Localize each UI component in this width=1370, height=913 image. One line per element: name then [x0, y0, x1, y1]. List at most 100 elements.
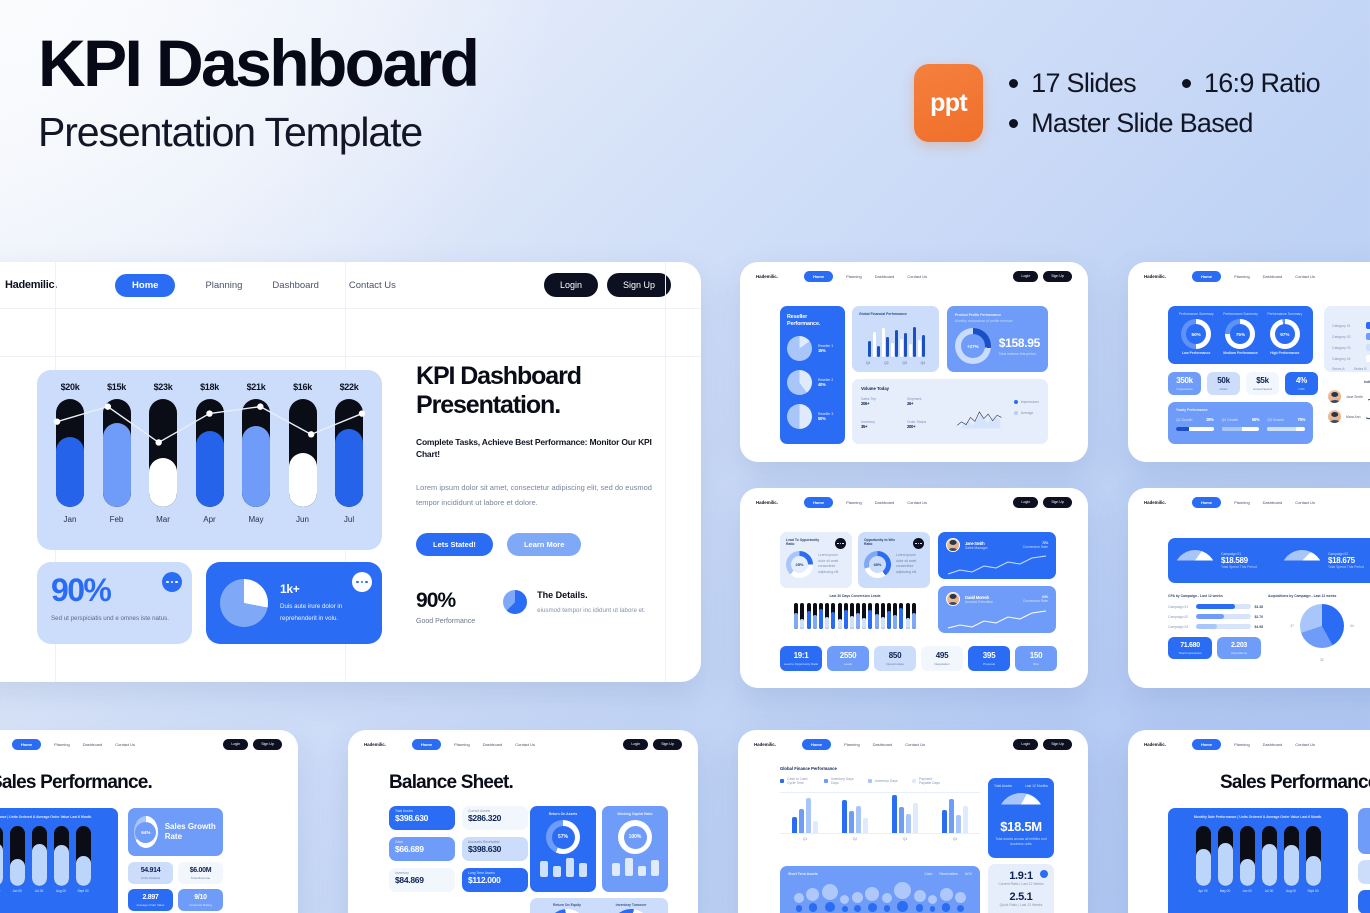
nav-link-home[interactable]: Home — [1191, 496, 1222, 508]
nav-link-contact[interactable]: Contact Us — [1295, 742, 1315, 747]
hero-slide-preview[interactable]: Hademilic. Home Planning Dashboard Conta… — [0, 262, 701, 682]
signup-button[interactable]: Sign Up — [653, 738, 682, 750]
nav-link-home[interactable]: Home — [411, 738, 442, 750]
nav-links: Home Planning Dashboard Contact Us — [1191, 738, 1315, 750]
bar-track — [868, 603, 873, 629]
nav-link-planning[interactable]: Planning — [54, 742, 70, 747]
nav-link-planning[interactable]: Planning — [1234, 500, 1250, 505]
signup-button[interactable]: Sign Up — [1043, 270, 1072, 282]
list-item[interactable]: Jane Smith — [1328, 390, 1370, 403]
nav-link-contact[interactable]: Contact Us — [905, 742, 925, 747]
ring-metric: Performance Summary 50% Low Performance — [1178, 312, 1214, 355]
login-button[interactable]: Login — [1013, 270, 1039, 282]
bullet-icon — [1009, 78, 1019, 88]
bar-label: Jul 00 — [1264, 888, 1274, 893]
nav-link-dashboard[interactable]: Dashboard — [873, 742, 893, 747]
nav-link-dashboard[interactable]: Dashboard — [272, 280, 318, 291]
bar-track — [831, 603, 836, 629]
nav-link-dashboard[interactable]: Dashboard — [875, 500, 895, 505]
bar-track — [75, 825, 91, 886]
signup-button[interactable]: Sign Up — [606, 273, 671, 297]
nav-brand[interactable]: Hademilic. — [5, 279, 57, 291]
nav-link-dashboard[interactable]: Dashboard — [1263, 274, 1283, 279]
bar-fill — [56, 436, 84, 507]
nav-link-contact[interactable]: Contact Us — [115, 742, 135, 747]
info-icon[interactable] — [1040, 870, 1048, 878]
nav-link-contact[interactable]: Contact Us — [1295, 500, 1315, 505]
slide-thumb-sales-performance[interactable]: Hademilic. Home Planning Dashboard Conta… — [0, 730, 298, 913]
more-options-icon[interactable] — [913, 538, 924, 549]
gauge-icon — [1174, 550, 1216, 571]
nav-link-home[interactable]: Home — [115, 273, 176, 297]
nav-link-home[interactable]: Home — [1191, 270, 1222, 282]
nav-link-home[interactable]: Home — [803, 496, 834, 508]
slide-thumb-reseller-performance[interactable]: Hademilic. Home Planning Dashboard Conta… — [740, 262, 1088, 462]
learn-more-button[interactable]: Learn More — [506, 532, 582, 556]
nav-link-dashboard[interactable]: Dashboard — [483, 742, 503, 747]
nav-link-contact[interactable]: Contact Us — [907, 500, 927, 505]
get-started-button[interactable]: Lets Stated! — [416, 532, 493, 556]
bar — [842, 800, 847, 833]
nav-link-planning[interactable]: Planning — [844, 742, 860, 747]
nav-link-contact[interactable]: Contact Us — [1295, 274, 1315, 279]
nav-link-home[interactable]: Home — [801, 738, 832, 750]
login-button[interactable]: Login — [1013, 738, 1039, 750]
nav-link-dashboard[interactable]: Dashboard — [83, 742, 103, 747]
nav-link-dashboard[interactable]: Dashboard — [875, 274, 895, 279]
more-options-icon[interactable] — [352, 572, 372, 592]
nav-link-contact[interactable]: Contact Us — [349, 280, 396, 291]
nav-link-home[interactable]: Home — [1191, 738, 1222, 750]
bubble-marker — [928, 894, 938, 912]
signup-button[interactable]: Sign Up — [1043, 496, 1072, 508]
nav-link-planning[interactable]: Planning — [846, 500, 862, 505]
nav-link-planning[interactable]: Planning — [846, 274, 862, 279]
chart-legend: Cash to Cash Cycle Time Inventory Days D… — [780, 777, 980, 786]
slide-thumb-sales-performance-2[interactable]: Hademilic. Home Planning Dashboard Conta… — [1128, 730, 1370, 913]
slide-thumb-campaign-performance[interactable]: Hademilic. Home Planning Dashboard Conta… — [1128, 488, 1370, 688]
login-button[interactable]: Login — [1013, 496, 1039, 508]
slide-thumb-balance-sheet[interactable]: Hademilic. Home Planning Dashboard Conta… — [348, 730, 698, 913]
nav-link-planning[interactable]: Planning — [454, 742, 470, 747]
bar-column: May 00 — [1217, 825, 1233, 893]
kpi-card-a — [1358, 860, 1370, 884]
signup-button[interactable]: Sign Up — [253, 738, 282, 750]
nav-link-home[interactable]: Home — [11, 738, 42, 750]
bar-label: Jun 00 — [1242, 888, 1252, 893]
nav-link-dashboard[interactable]: Dashboard — [1263, 500, 1283, 505]
person-card-david-moresh[interactable]: David Moresh Account Executive 64% Conve… — [938, 586, 1056, 633]
slide-thumb-global-finance[interactable]: Hademilic. Home Planning Dashboard Conta… — [738, 730, 1088, 913]
login-button[interactable]: Login — [623, 738, 649, 750]
cpa-row: Campaign 01 $3.38 — [1168, 604, 1263, 609]
login-button[interactable]: Login — [223, 738, 249, 750]
more-options-icon[interactable] — [835, 538, 846, 549]
yearly-metric: Q3 Growth 75% — [1267, 417, 1305, 431]
metric-card-1k[interactable]: 1k+ Duis aute irure dolor in reprehender… — [206, 562, 382, 644]
slide-thumb-lead-conversion[interactable]: Hademilic. Home Planning Dashboard Conta… — [740, 488, 1088, 688]
badge-ratio: 16:9 Ratio — [1181, 68, 1321, 99]
list-item[interactable]: Mara Ann — [1328, 410, 1370, 423]
slide-thumb-performance-summary[interactable]: Hademilic. Home Planning Dashboard Conta… — [1128, 262, 1370, 462]
bar — [792, 816, 797, 833]
bar-track — [880, 603, 885, 629]
nav-link-dashboard[interactable]: Dashboard — [1263, 742, 1283, 747]
signup-button[interactable]: Sign Up — [1043, 738, 1072, 750]
bar-column: May 00 — [0, 825, 3, 893]
bar-track — [9, 825, 25, 886]
nav-links: Home Planning Dashboard Contact Us — [803, 270, 927, 282]
person-card-jane-smith[interactable]: Jane Smith Sales Manager 72% Conversion … — [938, 532, 1056, 579]
details-title: The Details. — [537, 589, 588, 600]
lead-to-opportunity-card: Lead To Opportunity Ratio 25% Lorem ipsu… — [780, 532, 852, 588]
bar-fill — [1283, 844, 1299, 886]
bar-fill — [53, 844, 69, 886]
login-button[interactable]: Login — [543, 273, 598, 297]
nav-link-contact[interactable]: Contact Us — [515, 742, 535, 747]
nav-link-contact[interactable]: Contact Us — [907, 274, 927, 279]
nav-link-planning[interactable]: Planning — [1234, 742, 1250, 747]
bar — [799, 808, 804, 833]
nav-link-planning[interactable]: Planning — [1234, 274, 1250, 279]
kpi-pill-row: 350k Impressions 50k Clicks $5k Annual S… — [1168, 372, 1318, 395]
nav-link-home[interactable]: Home — [803, 270, 834, 282]
metric-card-90[interactable]: 90% Sed ut perspiciatis und e omnes iste… — [37, 562, 192, 644]
nav-link-planning[interactable]: Planning — [205, 280, 242, 291]
more-options-icon[interactable] — [162, 572, 182, 592]
